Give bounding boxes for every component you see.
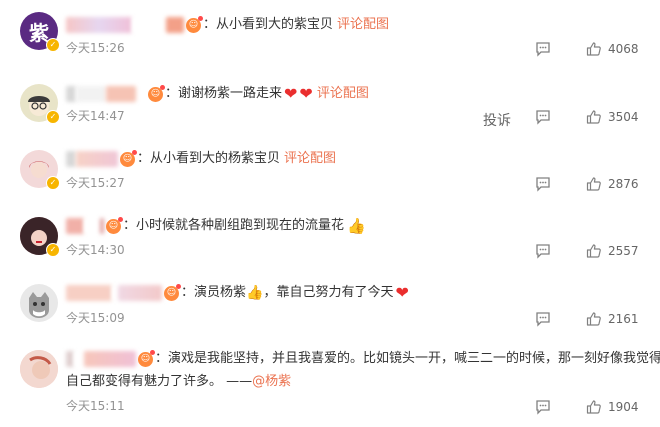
username-blurred[interactable] [66, 151, 76, 167]
comment-content: ☺ ：小时候就各种剧组跑到现在的流量花 👍 [66, 216, 366, 235]
like-count: 2557 [608, 244, 639, 258]
portrait-photo-icon [20, 350, 58, 388]
comment-content: ☺ ：从小看到大的杨紫宝贝 评论配图 [66, 149, 336, 168]
fan-badge-icon: ☺ [186, 15, 203, 33]
report-button[interactable]: 投诉 [483, 110, 511, 130]
thumbs-up-emoji-icon: 👍 [246, 285, 264, 301]
comment-time: 今天14:30 [66, 243, 125, 257]
reply-icon [536, 244, 550, 259]
fan-badge-icon: ☺ [120, 149, 137, 167]
comment-text: ：从小看到大的杨紫宝贝 [137, 151, 281, 166]
comment-content: ☺ ：从小看到大的紫宝贝 评论配图 [66, 15, 389, 34]
reply-button[interactable] [535, 399, 551, 415]
fan-badge-icon: ☺ [164, 283, 181, 301]
avatar[interactable]: ✓ [20, 150, 60, 190]
heart-emoji-icon: ❤ [395, 283, 409, 302]
fan-badge-icon: ☺ [106, 216, 123, 234]
fan-badge-icon: ☺ [148, 84, 165, 102]
reply-icon [536, 42, 550, 57]
verified-badge-icon: ✓ [46, 38, 60, 52]
like-count: 4068 [608, 42, 639, 56]
username-blurred[interactable] [106, 86, 136, 102]
avatar[interactable] [20, 350, 60, 390]
comment-content-line2: 自己都变得有魅力了许多。 —— @杨紫 [66, 373, 291, 391]
like-count: 3504 [608, 110, 639, 124]
thumbs-up-icon [586, 400, 601, 414]
comment-content: ☺ ：演戏是我能坚持，并且我喜爱的。比如镜头一开，喊三二一的时候，那一刻好像我觉… [66, 349, 660, 368]
thumbs-up-icon [586, 244, 601, 258]
like-button[interactable]: 2161 [586, 311, 639, 327]
avatar[interactable]: ✓ [20, 84, 60, 124]
cat-avatar-icon [29, 292, 49, 318]
verified-badge-icon: ✓ [46, 176, 60, 190]
reply-button[interactable] [535, 109, 551, 125]
like-button[interactable]: 2876 [586, 176, 639, 192]
avatar-image [20, 284, 58, 322]
comment-text: ：演员杨紫 [181, 285, 247, 300]
thumbs-up-icon [586, 177, 601, 191]
comment-content: ☺ ：演员杨紫 👍 ，靠自己努力有了今天 ❤ [66, 283, 409, 302]
like-count: 2161 [608, 312, 639, 326]
comment-time: 今天15:11 [66, 399, 125, 413]
fan-badge-icon: ☺ [138, 349, 155, 367]
comment-image-link[interactable]: 评论配图 [317, 85, 369, 103]
like-count: 1904 [608, 400, 639, 414]
verified-badge-icon: ✓ [46, 110, 60, 124]
avatar[interactable]: ✓ [20, 217, 60, 257]
comment-time: 今天15:27 [66, 176, 125, 190]
avatar[interactable]: 紫 ✓ [20, 12, 60, 52]
username-blurred[interactable] [66, 285, 112, 301]
username-blurred[interactable] [76, 151, 118, 167]
username-blurred[interactable] [66, 17, 132, 33]
username-blurred[interactable] [66, 86, 76, 102]
avatar[interactable] [20, 284, 60, 324]
comment-text: ：小时候就各种剧组跑到现在的流量花 [123, 218, 345, 233]
comment-image-link[interactable]: 评论配图 [337, 16, 389, 34]
reply-icon [536, 400, 550, 415]
reply-icon [536, 312, 550, 327]
avatar-image [20, 350, 58, 388]
username-blurred[interactable] [66, 218, 84, 234]
comment-content: ☺ ：谢谢杨紫一路走来 ❤ ❤ 评论配图 [66, 84, 369, 103]
comment-text: ：演戏是我能坚持，并且我喜爱的。比如镜头一开，喊三二一的时候，那一刻好像我觉得 [155, 351, 660, 366]
like-button[interactable]: 1904 [586, 399, 639, 415]
comment-text: ：谢谢杨紫一路走来 [165, 86, 283, 101]
thumbs-up-icon [586, 312, 601, 326]
username-blurred[interactable] [166, 17, 184, 33]
reply-button[interactable] [535, 176, 551, 192]
heart-emoji-icon: ❤ [299, 84, 313, 103]
comment-time: 今天14:47 [66, 109, 125, 123]
username-blurred[interactable] [84, 351, 136, 367]
mention-link[interactable]: @杨紫 [252, 373, 291, 391]
comment-text: ：从小看到大的紫宝贝 [203, 17, 334, 32]
like-count: 2876 [608, 177, 639, 191]
thumbs-up-icon [586, 42, 601, 56]
reply-button[interactable] [535, 311, 551, 327]
comment-image-link[interactable]: 评论配图 [284, 150, 336, 168]
reply-icon [536, 110, 550, 125]
username-blurred[interactable] [66, 351, 74, 367]
comment-text: 自己都变得有魅力了许多。 —— [66, 374, 253, 389]
heart-emoji-icon: ❤ [284, 84, 298, 103]
thumbs-up-icon [586, 110, 601, 124]
verified-badge-icon: ✓ [46, 243, 60, 257]
comment-time: 今天15:09 [66, 311, 125, 325]
reply-icon [536, 177, 550, 192]
username-blurred[interactable] [118, 285, 162, 301]
reply-button[interactable] [535, 243, 551, 259]
comment-text: ，靠自己努力有了今天 [263, 285, 394, 300]
comment-time: 今天15:26 [66, 41, 125, 55]
like-button[interactable]: 3504 [586, 109, 639, 125]
reply-button[interactable] [535, 41, 551, 57]
like-button[interactable]: 2557 [586, 243, 639, 259]
thumbs-up-emoji-icon: 👍 [347, 217, 366, 235]
like-button[interactable]: 4068 [586, 41, 639, 57]
